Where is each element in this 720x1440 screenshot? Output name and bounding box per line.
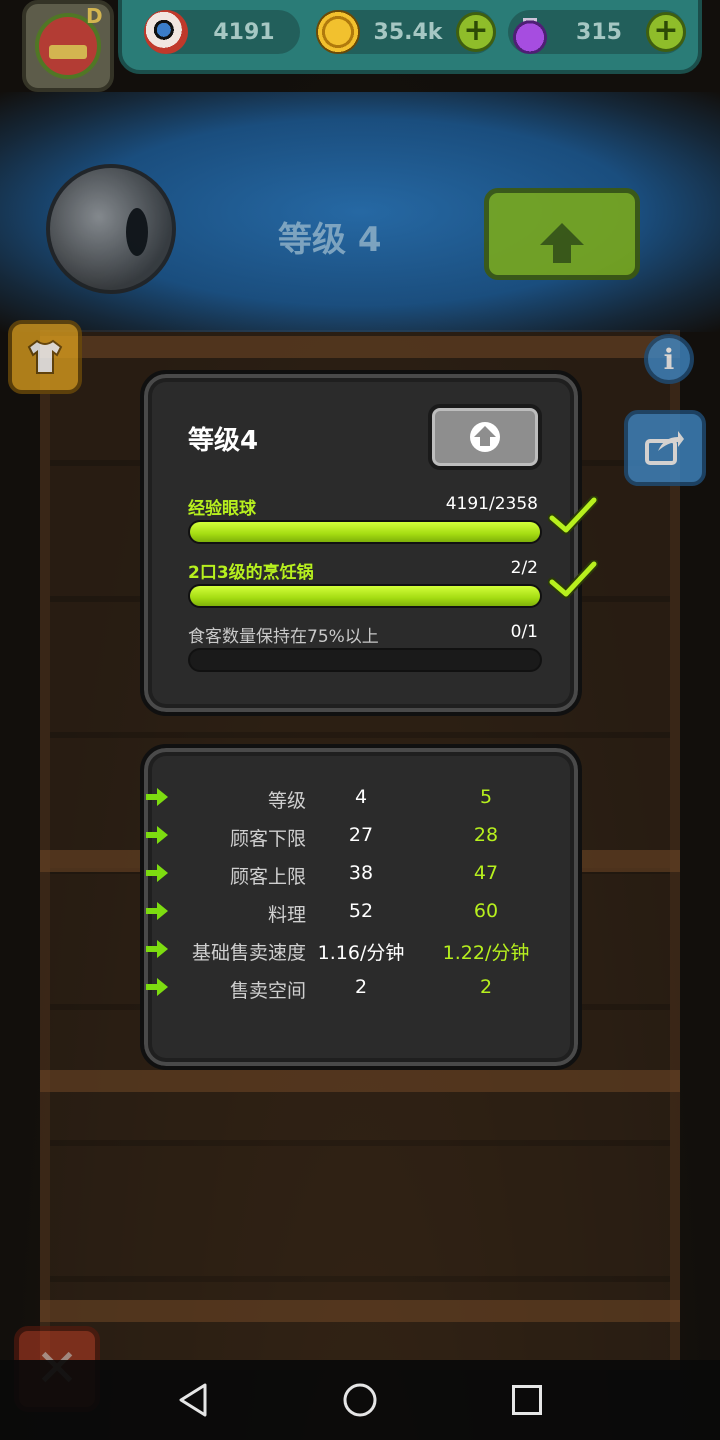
stat-row: 基础售卖速度 1.16/分钟 1.22/分钟 [144, 938, 586, 974]
nav-recents-button[interactable] [507, 1380, 547, 1420]
stat-name: 基础售卖速度 [191, 942, 306, 964]
eyeball-icon [144, 10, 188, 54]
info-icon: i [663, 342, 675, 376]
banner-eyeball-icon [46, 164, 176, 294]
stat-row: 售卖空间 2 2 [144, 976, 586, 1012]
right-arrow-icon [146, 826, 168, 844]
tower-beam [40, 1300, 680, 1322]
right-arrow-icon [146, 902, 168, 920]
share-button[interactable] [624, 410, 706, 486]
stat-name: 等级 [267, 790, 306, 812]
eyeball-count: 4191 [213, 19, 275, 45]
tower-beam [40, 1070, 680, 1092]
recents-square-icon [511, 1385, 542, 1415]
progress-fill [190, 522, 540, 542]
right-arrow-icon [146, 788, 168, 806]
stat-row: 料理 52 60 [144, 900, 586, 936]
eyeball-counter: 4191 [144, 10, 300, 54]
level-up-button[interactable] [428, 404, 542, 470]
tower-beam [40, 336, 680, 358]
requirement-progress-bar [188, 584, 542, 608]
upload-arrow-icon [540, 223, 584, 263]
coin-count: 35.4k [373, 19, 443, 45]
add-coins-button[interactable]: + [456, 12, 496, 52]
potion-icon [508, 10, 552, 54]
requirement-progress: 2/2 [510, 558, 538, 578]
potion-count: 315 [576, 19, 622, 45]
requirement-label: 2口3级的烹饪锅 [188, 563, 314, 583]
level-requirements-panel: 等级4 经验眼球 4191/2358 2口3级的烹饪锅 2/2 食客数量保持在7… [140, 370, 598, 716]
right-arrow-icon [146, 864, 168, 882]
requirements-title: 等级4 [188, 426, 259, 456]
stat-row: 等级 4 5 [144, 786, 586, 822]
share-icon [645, 431, 684, 465]
add-potions-button[interactable]: + [646, 12, 686, 52]
stat-next-value: 2 [479, 976, 493, 998]
nav-home-button[interactable] [340, 1380, 380, 1420]
requirement-progress-bar [188, 520, 542, 544]
stat-current-value: 52 [348, 900, 374, 922]
upload-arrow-icon [470, 422, 500, 452]
stat-next-value: 5 [479, 786, 493, 808]
plus-icon: + [653, 13, 679, 48]
stat-name: 顾客上限 [229, 866, 306, 888]
stat-current-value: 1.16/分钟 [317, 942, 405, 964]
level-stats-panel: 等级 4 5 顾客下限 27 28 顾客上限 38 47 料理 52 60 基础… [140, 744, 582, 1070]
requirement-progress: 4191/2358 [445, 494, 538, 514]
stat-name: 售卖空间 [229, 980, 306, 1002]
system-navigation-bar [0, 1360, 720, 1440]
nav-back-button[interactable] [173, 1380, 213, 1420]
requirement-progress-bar [188, 648, 542, 672]
stat-next-value: 28 [473, 824, 499, 846]
stat-current-value: 38 [348, 862, 374, 884]
stat-next-value: 1.22/分钟 [442, 942, 530, 964]
requirement-progress: 0/1 [510, 622, 538, 642]
right-arrow-icon [146, 978, 168, 996]
home-circle-icon [343, 1383, 377, 1417]
rank-letter: D [86, 4, 103, 28]
banner-level-text: 等级 4 [278, 220, 382, 260]
progress-fill [190, 586, 540, 606]
plus-icon: + [463, 13, 489, 48]
outfit-button[interactable] [8, 320, 82, 394]
stat-current-value: 27 [348, 824, 374, 846]
checkmark-icon [548, 496, 598, 535]
shirt-icon [27, 339, 63, 374]
banner-upgrade-button[interactable] [484, 188, 640, 280]
requirement-label: 食客数量保持在75%以上 [188, 627, 379, 647]
checkmark-icon [548, 560, 598, 599]
stat-row: 顾客下限 27 28 [144, 824, 586, 860]
stat-name: 顾客下限 [229, 828, 306, 850]
info-button[interactable]: i [644, 334, 694, 384]
stat-name: 料理 [267, 904, 306, 926]
stat-current-value: 2 [354, 976, 368, 998]
right-arrow-icon [146, 940, 168, 958]
stat-current-value: 4 [354, 786, 368, 808]
stat-next-value: 60 [473, 900, 499, 922]
potion-counter: 315 + [508, 10, 686, 54]
stat-row: 顾客上限 38 47 [144, 862, 586, 898]
stat-next-value: 47 [473, 862, 499, 884]
player-avatar[interactable]: D [22, 0, 114, 92]
coin-icon [316, 10, 360, 54]
back-triangle-icon [179, 1383, 207, 1417]
requirement-label: 经验眼球 [188, 499, 256, 519]
coin-counter: 35.4k + [316, 10, 496, 54]
